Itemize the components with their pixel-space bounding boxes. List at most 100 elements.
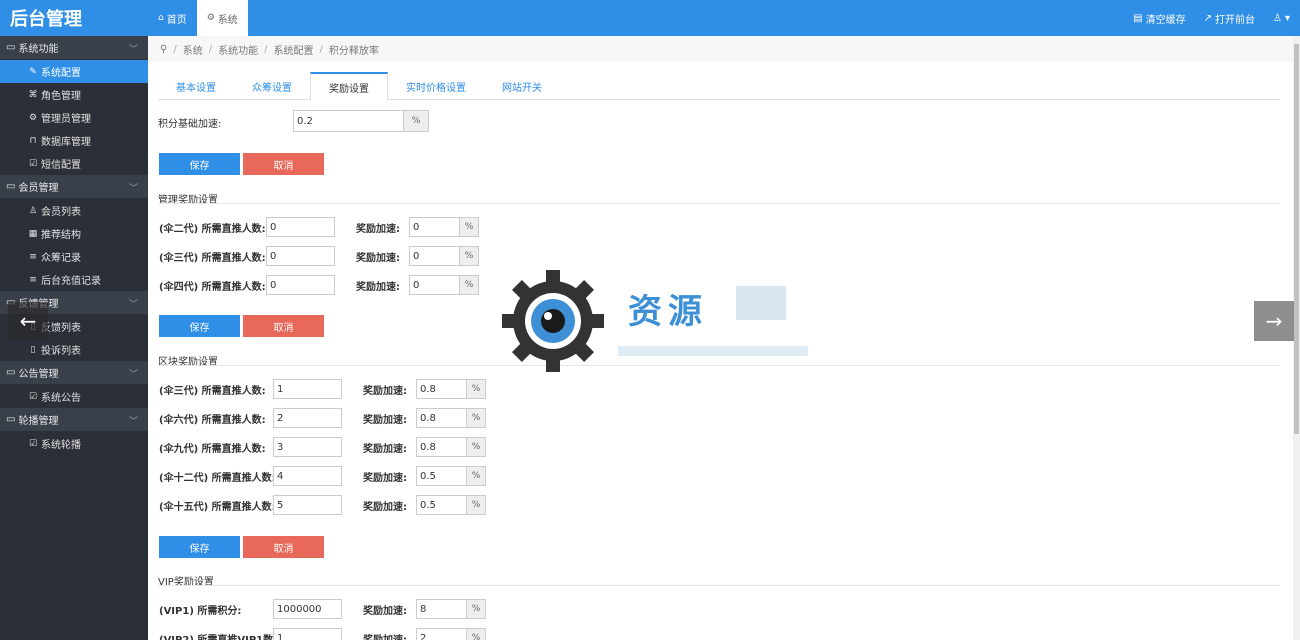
sidebar-item-label: 系统配置 — [41, 68, 81, 79]
file-icon: ▯ — [30, 344, 36, 355]
sidebar-item-sms[interactable]: ☑ 短信配置 — [0, 152, 148, 175]
tab-crowdfund-settings[interactable]: 众筹设置 — [234, 72, 310, 100]
breadcrumb-separator: / — [208, 43, 213, 55]
user-menu-button[interactable]: ♙ ▾ — [1273, 13, 1290, 24]
lock-icon: ⊓ — [29, 135, 37, 146]
breadcrumb-item[interactable]: 系统配置 — [273, 42, 313, 57]
vip-count-input[interactable]: 1 — [273, 628, 342, 640]
sidebar-item-admins[interactable]: ⚙ 管理员管理 — [0, 106, 148, 129]
sidebar-item-member-list[interactable]: ♙ 会员列表 — [0, 199, 148, 222]
sidebar-group-label: 公告管理 — [18, 369, 59, 380]
grid-icon: ▦ — [28, 228, 38, 239]
mgmt-rate-input[interactable]: 0 — [409, 246, 460, 266]
vip-rate-input[interactable]: 2 — [416, 628, 467, 640]
sidebar-group-members[interactable]: ▭ 会员管理 ﹀ — [0, 175, 148, 199]
chevron-down-icon: ﹀ — [128, 417, 138, 427]
vip-rate-label: 奖励加速: — [363, 606, 407, 617]
cancel-button[interactable]: 取消 — [243, 536, 324, 558]
percent-addon: % — [466, 379, 486, 399]
mgmt-rate-label: 奖励加速: — [356, 253, 400, 264]
sidebar-item-label: 数据库管理 — [41, 137, 91, 148]
clear-cache-label: 清空缓存 — [1145, 14, 1186, 26]
location-pin-icon: ⚲ — [160, 43, 168, 55]
sitemap-icon: ⌘ — [28, 89, 38, 100]
cancel-button[interactable]: 取消 — [243, 153, 324, 175]
base-accel-label: 积分基础加速: — [158, 119, 222, 130]
sidebar-item-label: 系统轮播 — [41, 440, 81, 451]
user-icon: ♙ — [1273, 12, 1282, 24]
sidebar-group-announcements[interactable]: ▭ 公告管理 ﹀ — [0, 361, 148, 385]
block-rate-input[interactable]: 0.5 — [416, 495, 467, 515]
sidebar-item-referral-tree[interactable]: ▦ 推荐结构 — [0, 222, 148, 245]
watermark: 资源 — [498, 266, 818, 376]
mgmt-row-label: (伞三代) 所需直推人数: — [159, 253, 266, 264]
mgmt-rate-input[interactable]: 0 — [409, 217, 460, 237]
sidebar-item-label: 短信配置 — [41, 160, 81, 171]
tab-realtime-price-settings[interactable]: 实时价格设置 — [388, 72, 484, 100]
sidebar-item-complaints[interactable]: ▯ 投诉列表 — [0, 338, 148, 361]
block-count-input[interactable]: 5 — [273, 495, 342, 515]
trash-icon: ▤ — [1133, 12, 1143, 24]
sidebar-item-system-config[interactable]: ✎ 系统配置 — [0, 60, 148, 83]
tab-basic-settings[interactable]: 基本设置 — [158, 72, 234, 100]
block-rate-input[interactable]: 0.8 — [416, 408, 467, 428]
check-square-icon: ☑ — [28, 158, 38, 169]
block-count-input[interactable]: 2 — [273, 408, 342, 428]
mgmt-count-input[interactable]: 0 — [266, 217, 335, 237]
sidebar-group-system[interactable]: ▭ 系统功能 ﹀ — [0, 36, 148, 60]
block-rate-label: 奖励加速: — [363, 502, 407, 513]
block-row-label: (伞十二代) 所需直推人数: — [159, 473, 276, 484]
vip-rate-input[interactable]: 8 — [416, 599, 467, 619]
block-count-input[interactable]: 1 — [273, 379, 342, 399]
block-count-input[interactable]: 4 — [273, 466, 342, 486]
settings-tabs: 基本设置 众筹设置 奖励设置 实时价格设置 网站开关 — [158, 72, 1280, 101]
percent-addon: % — [459, 246, 479, 266]
tab-site-switch[interactable]: 网站开关 — [484, 72, 560, 100]
breadcrumb: ⚲ / 系统 / 系统功能 / 系统配置 / 积分释放率 — [148, 36, 1293, 62]
tab-home[interactable]: ⌂ 首页 — [148, 0, 197, 36]
external-link-icon: ↗ — [1203, 12, 1212, 24]
save-button[interactable]: 保存 — [159, 153, 240, 175]
sidebar-item-label: 投诉列表 — [41, 346, 81, 357]
page-scrollbar-thumb[interactable] — [1294, 44, 1299, 434]
open-frontend-button[interactable]: ↗ 打开前台 — [1204, 11, 1255, 26]
save-button[interactable]: 保存 — [159, 536, 240, 558]
gear-icon: ⚙ — [206, 13, 215, 23]
vip-row-label: (VIP1) 所需积分: — [159, 606, 242, 617]
block-rate-input[interactable]: 0.5 — [416, 466, 467, 486]
clear-cache-button[interactable]: ▤ 清空缓存 — [1133, 11, 1185, 26]
block-count-input[interactable]: 3 — [273, 437, 342, 457]
block-rate-input[interactable]: 0.8 — [416, 437, 467, 457]
save-button[interactable]: 保存 — [159, 315, 240, 337]
prev-arrow-button[interactable]: ← — [8, 302, 48, 340]
sidebar-item-database[interactable]: ⊓ 数据库管理 — [0, 129, 148, 152]
sidebar-group-label: 会员管理 — [18, 183, 59, 194]
cancel-button[interactable]: 取消 — [243, 315, 324, 337]
breadcrumb-separator: / — [173, 43, 177, 55]
breadcrumb-item[interactable]: 系统功能 — [218, 42, 258, 57]
home-icon: ⌂ — [158, 13, 164, 23]
base-accel-input[interactable]: 0.2 — [293, 110, 404, 132]
sidebar-item-roles[interactable]: ⌘ 角色管理 — [0, 83, 148, 106]
mgmt-count-input[interactable]: 0 — [266, 246, 335, 266]
sidebar-item-system-carousel[interactable]: ☑ 系统轮播 — [0, 432, 148, 455]
block-rate-input[interactable]: 0.8 — [416, 379, 467, 399]
block-row-label: (伞十五代) 所需直推人数: — [159, 502, 276, 513]
vip-count-input[interactable]: 1000000 — [273, 599, 342, 619]
sidebar-item-recharge-records[interactable]: ≡ 后台充值记录 — [0, 268, 148, 291]
divider — [158, 203, 1280, 204]
mgmt-rate-input[interactable]: 0 — [409, 275, 460, 295]
next-arrow-button[interactable]: → — [1254, 301, 1294, 341]
watermark-text: 资源 — [628, 292, 708, 332]
breadcrumb-item[interactable]: 系统 — [183, 42, 203, 57]
tab-label: 首页 — [166, 14, 187, 26]
app-logo: 后台管理 — [0, 0, 148, 36]
block-rate-label: 奖励加速: — [363, 386, 407, 397]
vip-row-label: (VIP2) 所需直推VIP1数: — [159, 631, 277, 640]
mgmt-count-input[interactable]: 0 — [266, 275, 335, 295]
sidebar-group-carousel[interactable]: ▭ 轮播管理 ﹀ — [0, 408, 148, 432]
sidebar-item-system-notice[interactable]: ☑ 系统公告 — [0, 385, 148, 408]
tab-reward-settings[interactable]: 奖励设置 — [310, 72, 388, 101]
tab-system[interactable]: ⚙ 系统 — [196, 0, 248, 36]
sidebar-item-crowdfund-records[interactable]: ≡ 众筹记录 — [0, 245, 148, 268]
